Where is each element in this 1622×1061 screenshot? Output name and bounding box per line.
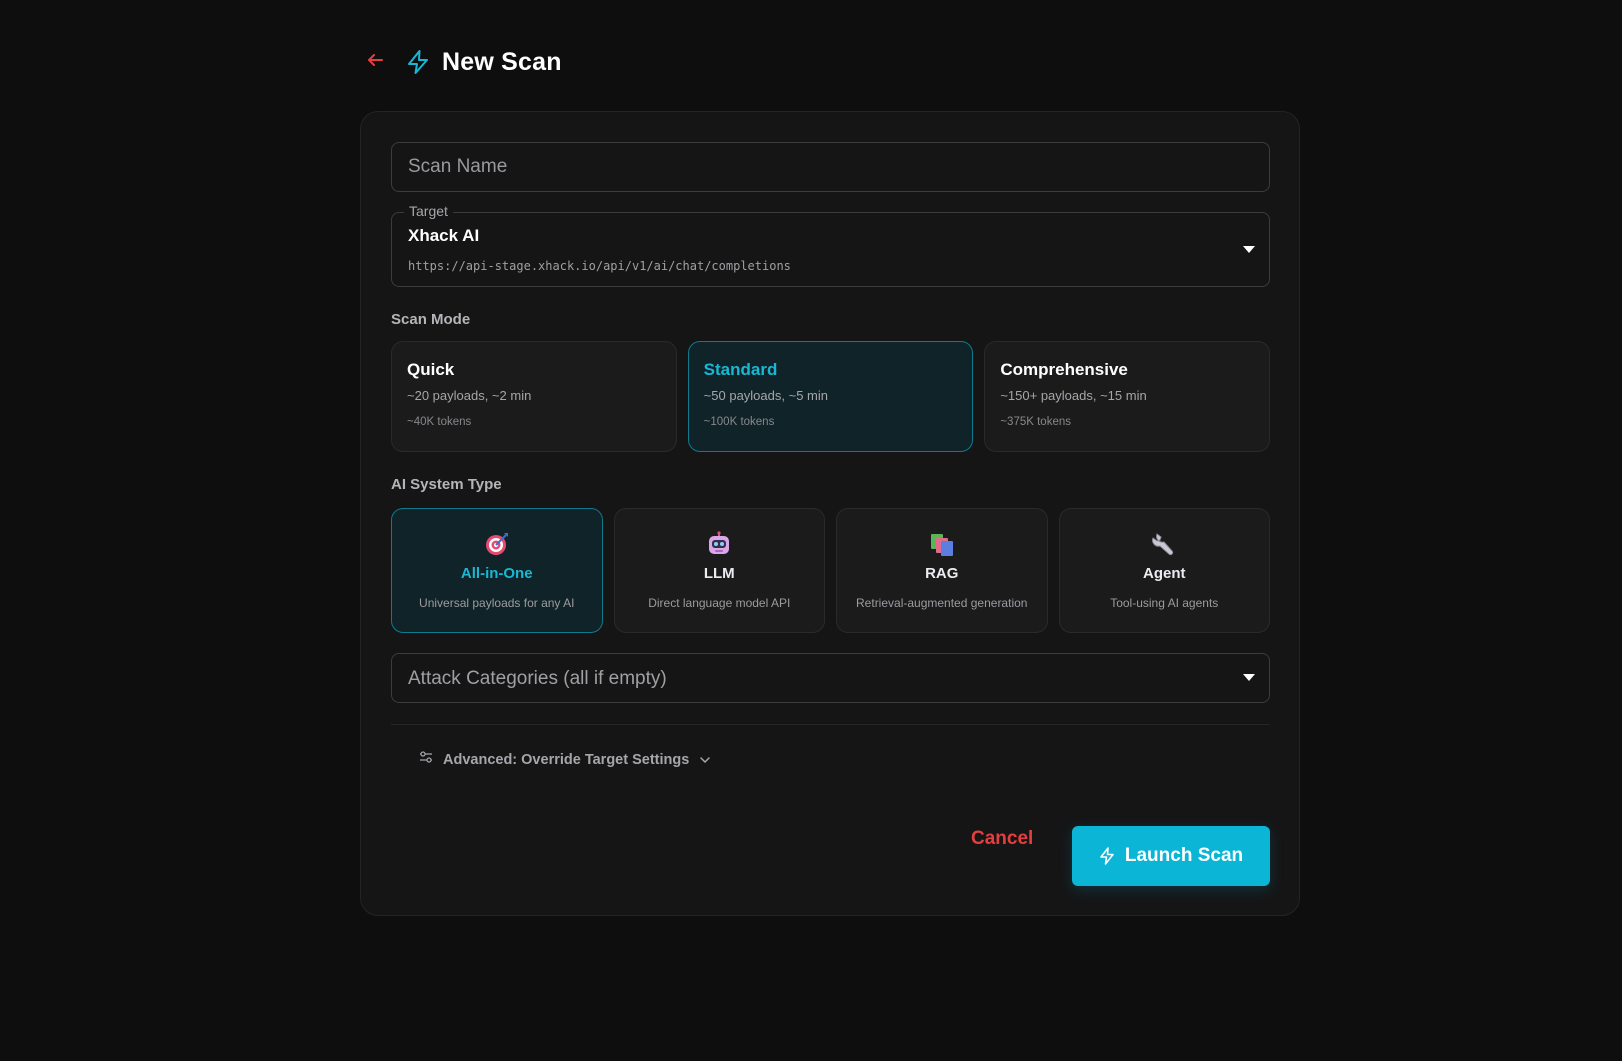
scan-name-field[interactable]: [391, 142, 1270, 192]
target-url: https://api-stage.xhack.io/api/v1/ai/cha…: [408, 259, 791, 273]
scan-mode-title: Comprehensive: [1000, 360, 1128, 379]
system-type-options: All-in-One Universal payloads for any AI: [391, 508, 1270, 633]
robot-icon: [706, 531, 732, 557]
sliders-icon: [419, 750, 433, 769]
scan-mode-tokens: ~100K tokens: [703, 416, 775, 428]
attack-categories-select[interactable]: Attack Categories (all if empty): [391, 653, 1270, 703]
caret-down-icon: [1243, 674, 1255, 681]
advanced-settings-label: Advanced: Override Target Settings: [443, 751, 690, 768]
system-type-title: LLM: [703, 565, 735, 582]
scan-mode-quick[interactable]: Quick ~20 payloads, ~2 min ~40K tokens: [391, 341, 677, 452]
scan-mode-desc: ~50 payloads, ~5 min: [703, 388, 828, 403]
cancel-button[interactable]: Cancel: [959, 819, 1045, 859]
system-type-desc: Tool-using AI agents: [1110, 596, 1219, 610]
bolt-icon: [1099, 847, 1115, 865]
scan-mode-label: Scan Mode: [391, 311, 471, 328]
target-icon: [484, 531, 510, 557]
scan-mode-title: Quick: [407, 360, 455, 379]
books-icon: [929, 531, 955, 557]
scan-mode-tokens: ~375K tokens: [1000, 416, 1071, 428]
system-type-desc: Direct language model API: [648, 596, 791, 610]
scan-mode-tokens: ~40K tokens: [407, 416, 472, 428]
target-name: Xhack AI: [408, 226, 480, 245]
scan-mode-desc: ~150+ payloads, ~15 min: [1000, 388, 1147, 403]
new-scan-form: Target Xhack AI https://api-stage.xhack.…: [360, 111, 1300, 916]
scan-mode-options: Quick ~20 payloads, ~2 min ~40K tokens S…: [391, 341, 1271, 452]
system-type-desc: Universal payloads for any AI: [419, 596, 575, 610]
scan-mode-comprehensive[interactable]: Comprehensive ~150+ payloads, ~15 min ~3…: [984, 341, 1271, 452]
bolt-icon: [404, 48, 432, 76]
system-type-all-in-one[interactable]: All-in-One Universal payloads for any AI: [391, 508, 603, 633]
scan-mode-desc: ~20 payloads, ~2 min: [407, 388, 532, 403]
new-scan-page: New Scan Target Xhack AI https://api-sta…: [0, 0, 1622, 1061]
attack-categories-placeholder: Attack Categories (all if empty): [408, 668, 667, 689]
scan-mode-standard[interactable]: Standard ~50 payloads, ~5 min ~100K toke…: [687, 341, 974, 452]
divider: [391, 724, 1270, 725]
launch-scan-label: Launch Scan: [1124, 845, 1244, 866]
system-type-label: AI System Type: [391, 476, 502, 493]
back-button[interactable]: [364, 51, 386, 73]
advanced-settings-toggle[interactable]: Advanced: Override Target Settings: [419, 750, 711, 769]
system-type-rag[interactable]: RAG Retrieval-augmented generation: [836, 508, 1048, 633]
chevron-down-icon: [699, 751, 711, 769]
scan-mode-title: Standard: [703, 360, 778, 379]
launch-scan-button[interactable]: Launch Scan: [1072, 826, 1270, 886]
arrow-left-icon: [366, 53, 384, 72]
scan-name-input[interactable]: [392, 143, 1269, 191]
system-type-agent[interactable]: Agent Tool-using AI agents: [1058, 508, 1270, 633]
page-header: New Scan: [364, 44, 562, 80]
wrench-icon: [1151, 531, 1177, 557]
target-label: Target: [404, 203, 453, 219]
target-select[interactable]: Target Xhack AI https://api-stage.xhack.…: [391, 203, 1270, 287]
system-type-title: Agent: [1143, 565, 1186, 582]
page-title: New Scan: [442, 47, 562, 76]
system-type-desc: Retrieval-augmented generation: [856, 596, 1028, 610]
system-type-title: All-in-One: [460, 565, 533, 582]
system-type-title: RAG: [925, 565, 959, 582]
caret-down-icon: [1243, 245, 1255, 253]
system-type-llm[interactable]: LLM Direct language model API: [613, 508, 825, 633]
